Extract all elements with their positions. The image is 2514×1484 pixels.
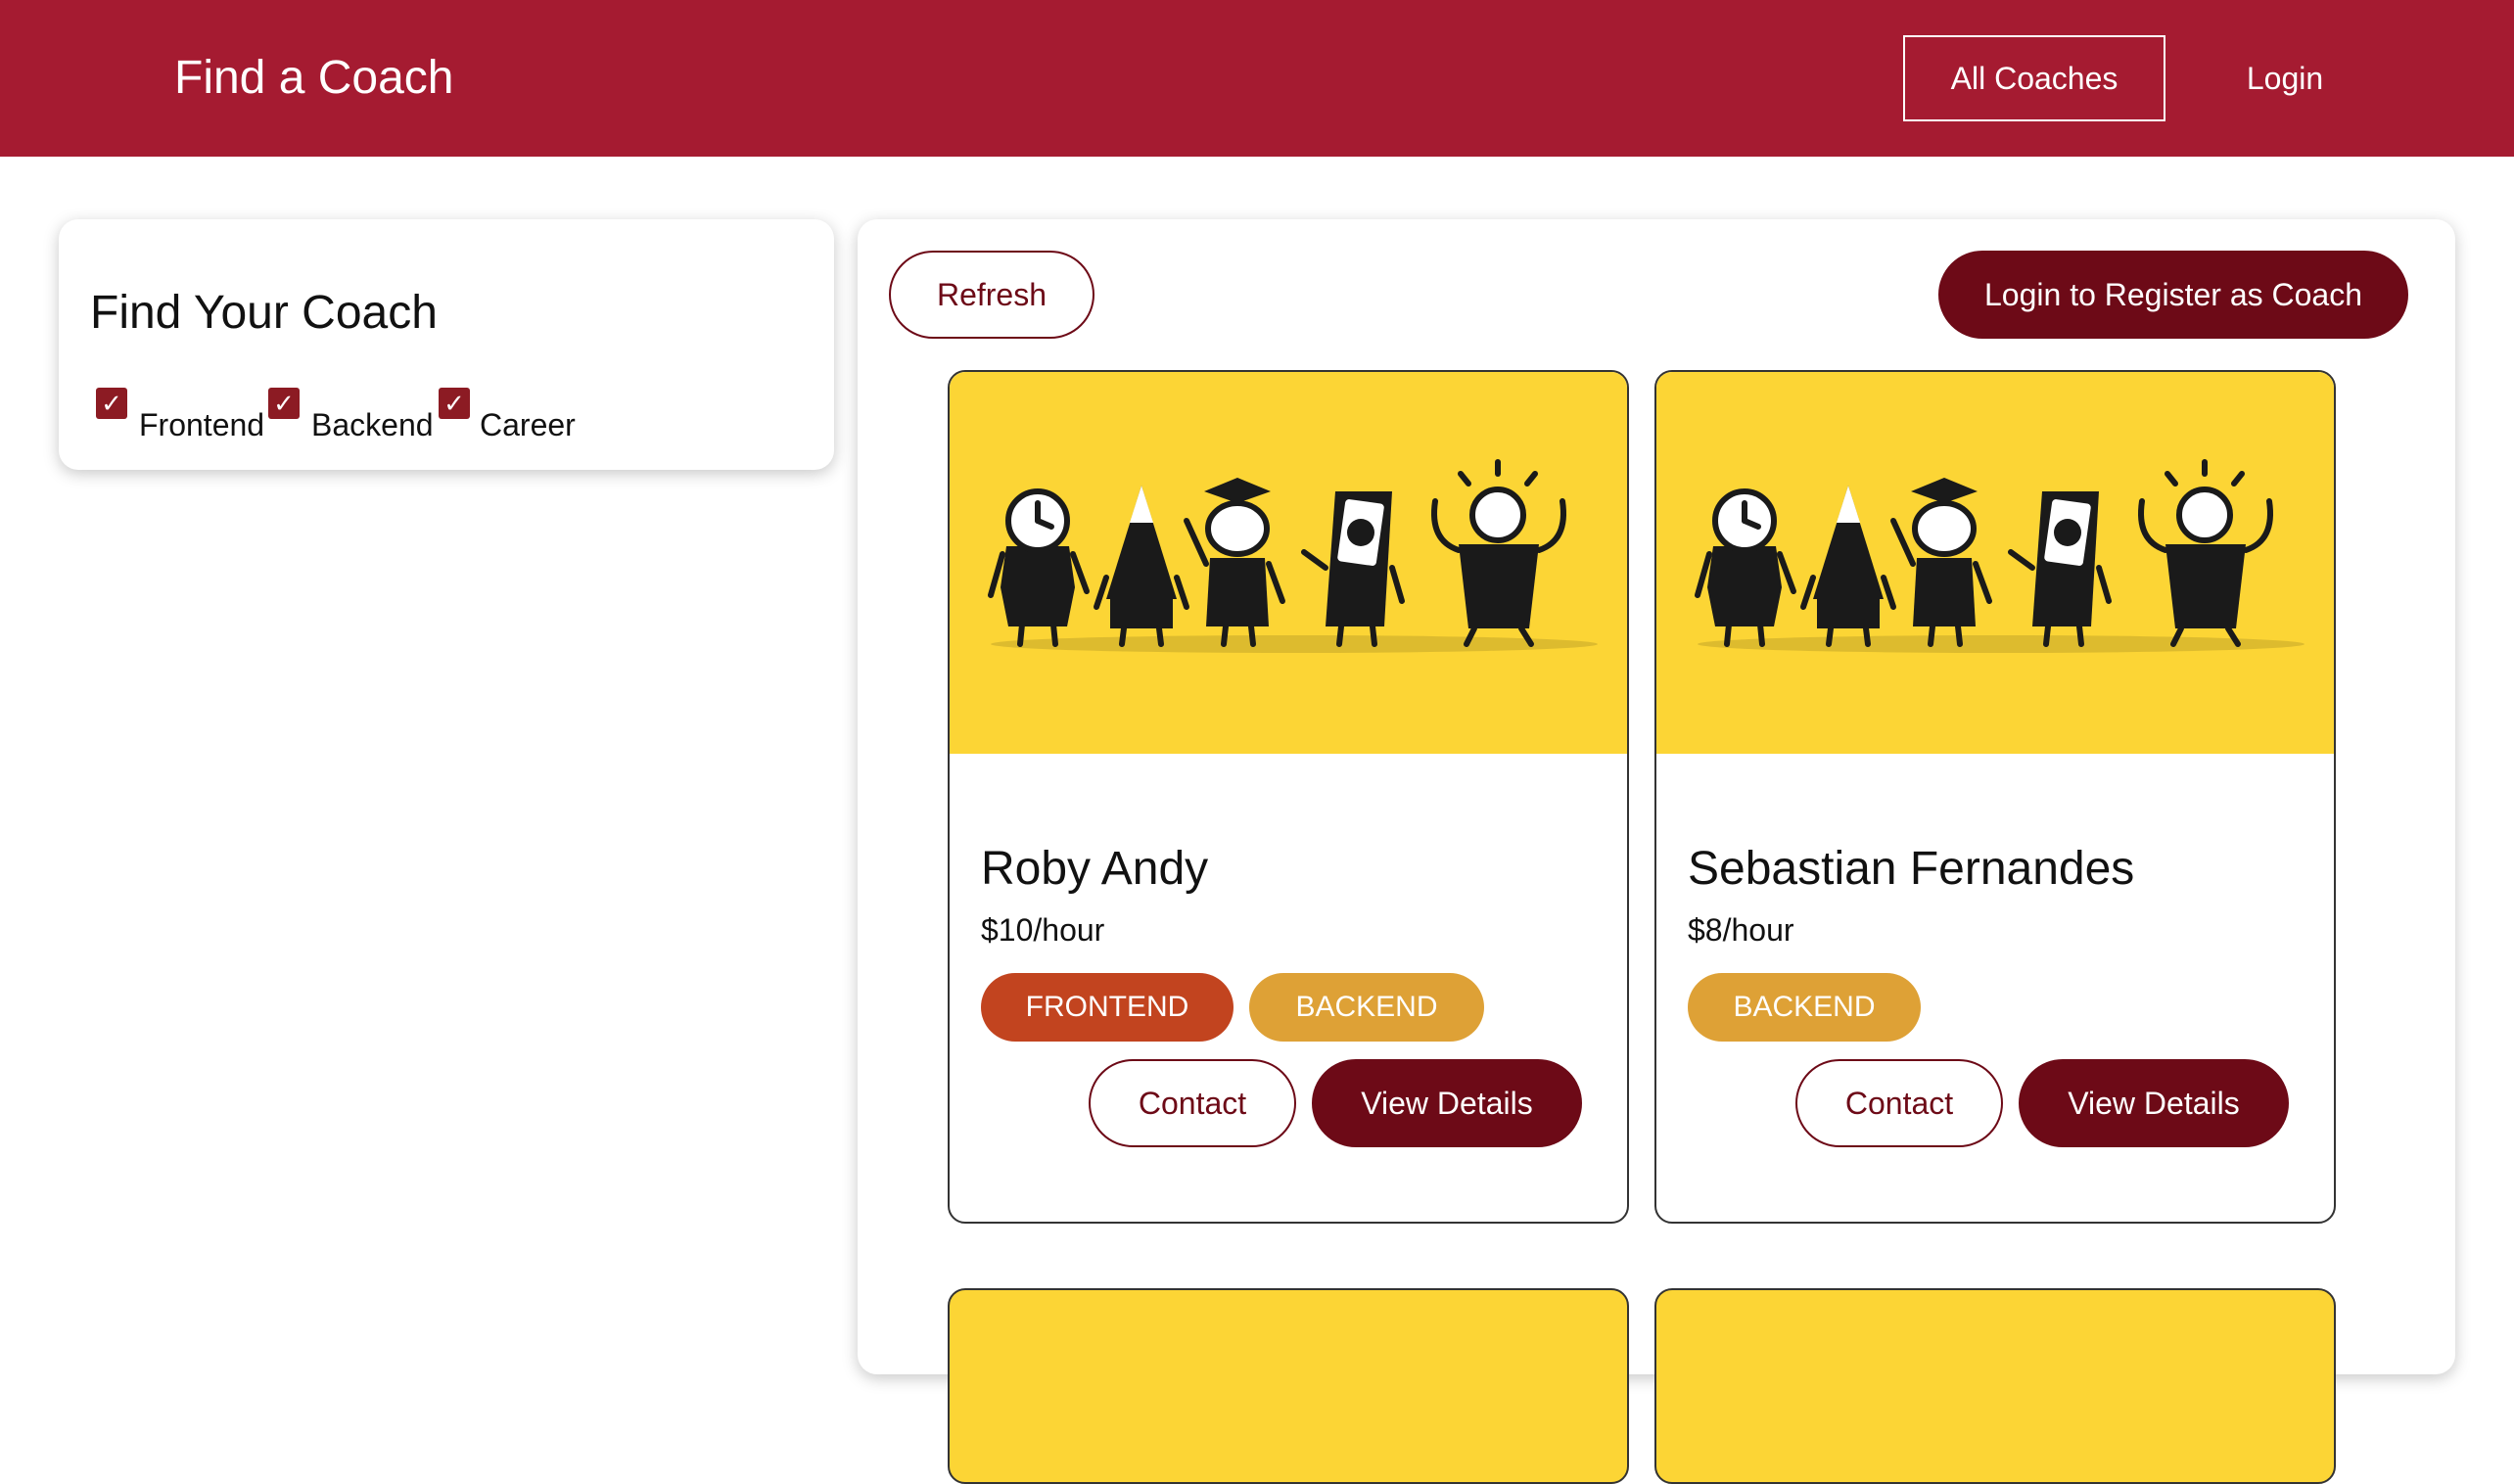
coach-rate: $10/hour — [981, 912, 1105, 948]
clock-figure-icon — [988, 488, 1090, 647]
money-figure-icon — [1301, 491, 1405, 647]
backend-filter-label: Backend — [311, 407, 434, 442]
coach-illustration — [1656, 372, 2334, 754]
pencil-figure-icon — [1800, 486, 1896, 647]
all-coaches-nav-button[interactable]: All Coaches — [1903, 35, 2165, 121]
coach-card: Sebastian Fernandes $8/hour BACKEND Cont… — [1654, 370, 2336, 1224]
career-filter-label: Career — [480, 407, 576, 442]
coach-card-partial — [948, 1288, 1629, 1484]
coach-filter-panel: Find Your Coach ✓ Frontend ✓ Backend ✓ C… — [59, 219, 834, 470]
view-details-button[interactable]: View Details — [2019, 1059, 2289, 1147]
brain-graduate-figure-icon — [1890, 478, 1992, 647]
app-title-link[interactable]: Find a Coach — [174, 49, 454, 108]
coach-illustration — [950, 372, 1627, 754]
coach-list-panel: Refresh Login to Register as Coach Roby … — [858, 219, 2455, 1484]
area-badge-frontend: FRONTEND — [981, 973, 1234, 1042]
ground-shadow — [991, 635, 1598, 653]
coach-name: Sebastian Fernandes — [1688, 843, 2135, 895]
pencil-figure-icon — [1094, 486, 1189, 647]
frontend-filter-label: Frontend — [139, 407, 265, 442]
clock-figure-icon — [1695, 488, 1796, 647]
area-badge-backend: BACKEND — [1688, 973, 1921, 1042]
money-figure-icon — [2008, 491, 2112, 647]
ground-shadow — [1698, 635, 2304, 653]
coach-card: Roby Andy $10/hour FRONTEND BACKEND Cont… — [948, 370, 1629, 1224]
contact-button[interactable]: Contact — [1795, 1059, 2003, 1147]
contact-button[interactable]: Contact — [1089, 1059, 1296, 1147]
backend-checkbox[interactable]: ✓ — [268, 388, 300, 419]
refresh-button[interactable]: Refresh — [889, 251, 1094, 339]
view-details-button[interactable]: View Details — [1312, 1059, 1582, 1147]
lightbulb-figure-icon — [1431, 459, 1566, 647]
coach-name: Roby Andy — [981, 843, 1209, 895]
frontend-checkbox[interactable]: ✓ — [96, 388, 127, 419]
filter-title: Find Your Coach — [90, 287, 438, 339]
register-as-coach-button[interactable]: Login to Register as Coach — [1938, 251, 2408, 339]
area-badge-backend: BACKEND — [1249, 973, 1484, 1042]
coach-rate: $8/hour — [1688, 912, 1794, 948]
lightbulb-figure-icon — [2138, 459, 2273, 647]
login-nav-button[interactable]: Login — [2209, 35, 2361, 121]
brain-graduate-figure-icon — [1184, 478, 1285, 647]
coach-card-partial — [1654, 1288, 2336, 1484]
career-checkbox[interactable]: ✓ — [439, 388, 470, 419]
top-navbar: Find a Coach All Coaches Login — [0, 0, 2514, 157]
